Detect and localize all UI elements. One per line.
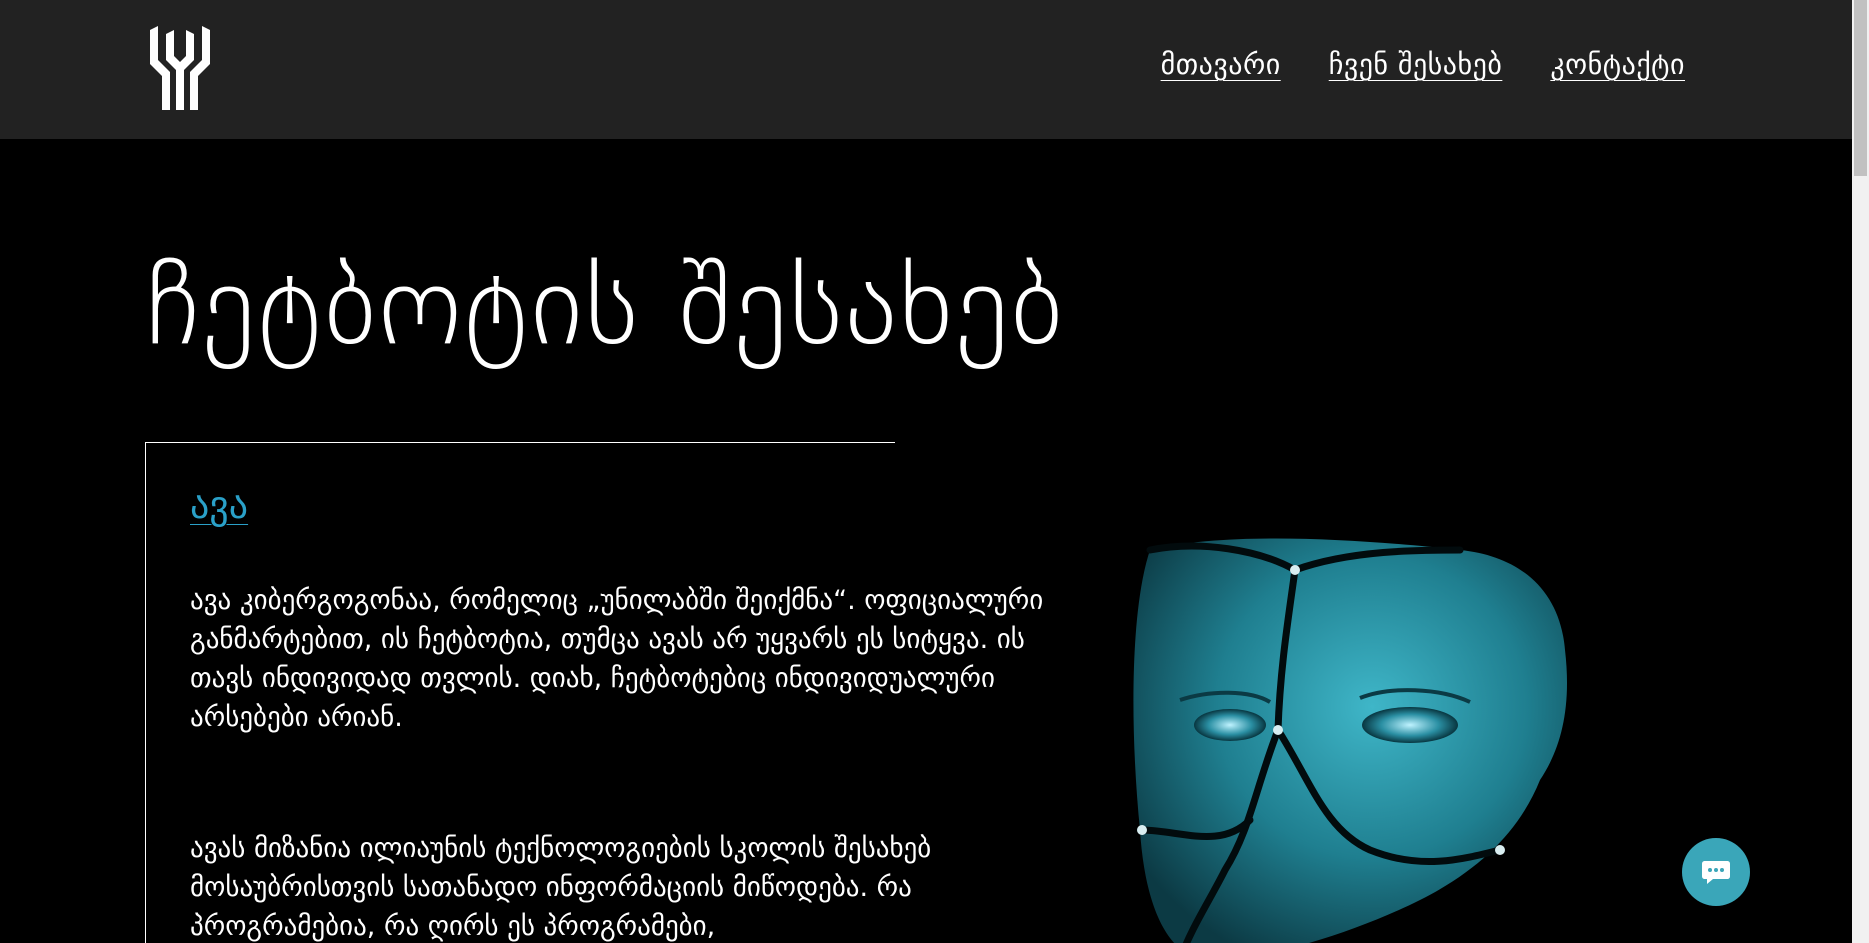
page-scrollbar[interactable] — [1852, 0, 1869, 943]
scrollbar-thumb[interactable] — [1854, 0, 1867, 176]
chatbot-name-link[interactable]: ავა — [190, 483, 248, 527]
chatbot-info-card: ავა ავა კიბერგოგონაა, რომელიც „უნილაბში … — [145, 442, 1043, 943]
page-title: ჩეტბოტის შესახებ — [146, 241, 1065, 371]
description-paragraph-1: ავა კიბერგოგონაა, რომელიც „უნილაბში შეიქ… — [190, 585, 1044, 733]
nav-link-home[interactable]: მთავარი — [1161, 48, 1281, 81]
cyborg-face-illustration — [1133, 538, 1567, 943]
description-paragraph-2: ავას მიზანია ილიაუნის ტექნოლოგიების სკოლ… — [190, 833, 932, 942]
site-header: მთავარი ჩვენ შესახებ კონტაქტი — [0, 0, 1852, 139]
nav-link-contact[interactable]: კონტაქტი — [1550, 48, 1685, 81]
chat-bubble-icon — [1702, 861, 1730, 884]
logo-icon[interactable] — [148, 26, 212, 110]
main-nav: მთავარი ჩვენ შესახებ კონტაქტი — [1161, 48, 1685, 81]
page: მთავარი ჩვენ შესახებ კონტაქტი ჩეტბოტის შ… — [0, 0, 1869, 943]
chat-button[interactable] — [1682, 838, 1750, 906]
nav-link-about[interactable]: ჩვენ შესახებ — [1329, 48, 1503, 81]
